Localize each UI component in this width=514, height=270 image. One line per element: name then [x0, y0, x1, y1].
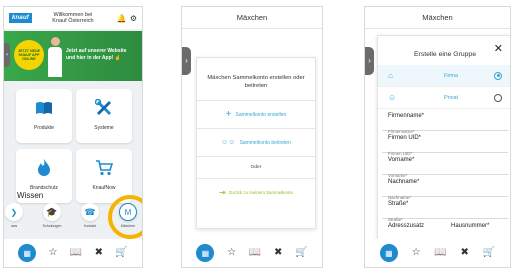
banner-text: Jetzt auf unserer Website und hier in de…: [66, 48, 138, 61]
login-arrow-icon: ⇥: [219, 188, 226, 197]
house-icon: ⌂: [388, 71, 393, 80]
wissen-item-label: Schulungen: [42, 224, 62, 228]
option-label: Privat: [443, 94, 459, 101]
promo-banner[interactable]: › JETZT NEUE KNAUF APP ONLINE Jetzt auf …: [4, 31, 142, 81]
cart-icon[interactable]: 🛒: [483, 248, 495, 258]
bottom-nav: ▦ ☆ 📖 ✖ 🛒: [182, 239, 322, 267]
tools-icon[interactable]: ✖: [274, 248, 282, 258]
new-app-badge: JETZT NEUE KNAUF APP ONLINE: [14, 40, 44, 70]
book-icon[interactable]: 📖: [434, 248, 446, 258]
welcome-line-2: Knauf Österreich: [52, 18, 94, 24]
book-icon[interactable]: 📖: [70, 248, 82, 258]
create-group-dialog: ✕ Erstelle eine Gruppe ⌂ Firma ☺ Privat …: [377, 35, 510, 249]
knauf-logo: knauf: [9, 13, 33, 23]
chevron-right-icon[interactable]: ›: [365, 47, 374, 75]
wissen-item-videos[interactable]: ❯ ows: [4, 203, 26, 228]
home-grid-icon[interactable]: ▦: [379, 244, 398, 262]
book-icon: [16, 99, 72, 117]
cursor-icon: ☝: [114, 54, 121, 61]
address-row: Adresszusatz Hausnummer*: [382, 219, 508, 245]
option-firma[interactable]: ⌂ Firma: [378, 65, 510, 87]
maexchen-screen: Mäxchen › Mäxchen Sammelkonto erstellen …: [181, 6, 323, 268]
tile-label: Systeme: [94, 125, 114, 131]
wissen-item-schulungen[interactable]: 🎓 Schulungen: [40, 203, 64, 228]
flame-icon: [16, 159, 72, 177]
banner-text-line-2: und hier in der App! ☝: [66, 55, 138, 62]
create-account-button[interactable]: + Sammelkonto erstellen: [197, 100, 315, 128]
tile-systeme[interactable]: Systeme: [76, 89, 132, 143]
back-to-account-label: Zurück zu meinem Sammelkonto: [228, 190, 293, 195]
cart-icon[interactable]: 🛒: [295, 248, 307, 258]
home-screen: knauf Willkommen bei Knauf Österreich 🔔 …: [3, 6, 143, 268]
field-label: Hausnummer*: [451, 223, 490, 229]
page-title: Mäxchen: [365, 7, 510, 29]
graduation-icon: 🎓: [43, 203, 61, 221]
home-grid-icon[interactable]: ▦: [18, 244, 37, 262]
page-title: Mäxchen: [182, 7, 322, 29]
play-icon: ❯: [5, 203, 23, 221]
group-icon: ☺☺: [221, 139, 236, 146]
tile-label: KnaufNow: [92, 185, 116, 191]
create-account-label: Sammelkonto erstellen: [235, 111, 287, 118]
option-privat[interactable]: ☺ Privat: [378, 87, 510, 109]
field-label: Adresszusatz: [388, 223, 425, 229]
back-to-account-button[interactable]: ⇥ Zurück zu meinem Sammelkonto: [197, 178, 315, 206]
radio-privat[interactable]: [494, 93, 502, 102]
star-icon[interactable]: ☆: [49, 248, 58, 258]
field-label: Firmenname*: [388, 113, 425, 119]
option-label: Firma: [443, 72, 459, 79]
book-icon[interactable]: 📖: [249, 248, 261, 258]
bell-icon[interactable]: 🔔: [117, 14, 127, 23]
plus-icon: +: [225, 109, 232, 120]
bottom-nav: ▦ ☆ 📖 ✖ 🛒: [365, 239, 510, 267]
radio-firma[interactable]: [494, 71, 502, 80]
gear-icon[interactable]: ⚙: [130, 14, 137, 23]
join-account-label: Sammelkonto beitreten: [239, 139, 291, 146]
join-account-button[interactable]: ☺☺ Sammelkonto beitreten: [197, 128, 315, 156]
home-grid-icon[interactable]: ▦: [196, 244, 215, 262]
tools-icon[interactable]: ✖: [460, 248, 468, 258]
star-icon[interactable]: ☆: [227, 248, 236, 258]
person-icon: ☺: [388, 93, 397, 102]
person-illustration: [48, 37, 62, 77]
tile-produkte[interactable]: Produkte: [16, 89, 72, 143]
banner-text-line-2-label: und hier in der App!: [66, 54, 114, 61]
close-icon[interactable]: ✕: [494, 42, 503, 55]
section-title-wissen: Wissen: [17, 191, 44, 200]
wissen-item-label: ows: [10, 224, 18, 228]
dialog-title: Mäxchen Sammelkonto erstellen oder beitr…: [207, 75, 305, 89]
hausnummer-field[interactable]: Hausnummer*: [445, 219, 508, 245]
wissen-item-kontakt[interactable]: ☎ Kontakt: [78, 203, 102, 228]
cart-icon: [76, 159, 132, 177]
sammelkonto-dialog: Mäxchen Sammelkonto erstellen oder beitr…: [196, 57, 316, 229]
bottom-nav: ▦ ☆ 📖 ✖ 🛒: [4, 239, 142, 267]
star-icon[interactable]: ☆: [412, 248, 421, 258]
phone-icon: ☎: [81, 203, 99, 221]
dialog-title: Erstelle eine Gruppe: [414, 51, 476, 58]
or-divider: Oder: [197, 156, 315, 178]
create-group-screen: Mäxchen › ✕ Erstelle eine Gruppe ⌂ Firma…: [364, 6, 511, 268]
wissen-item-label: Kontakt: [83, 224, 97, 228]
app-header: knauf Willkommen bei Knauf Österreich 🔔 …: [4, 7, 142, 29]
tile-label: Produkte: [33, 125, 54, 131]
firmenname-field[interactable]: Firmenname*: [382, 109, 508, 135]
adresszusatz-field[interactable]: Adresszusatz: [382, 219, 445, 245]
tools-icon: [76, 99, 132, 117]
chevron-right-icon[interactable]: ›: [4, 43, 10, 67]
cart-icon[interactable]: 🛒: [115, 248, 127, 258]
welcome-text: Willkommen bei Knauf Österreich: [32, 12, 114, 25]
chevron-right-icon[interactable]: ›: [182, 47, 191, 75]
tools-icon[interactable]: ✖: [95, 248, 103, 258]
